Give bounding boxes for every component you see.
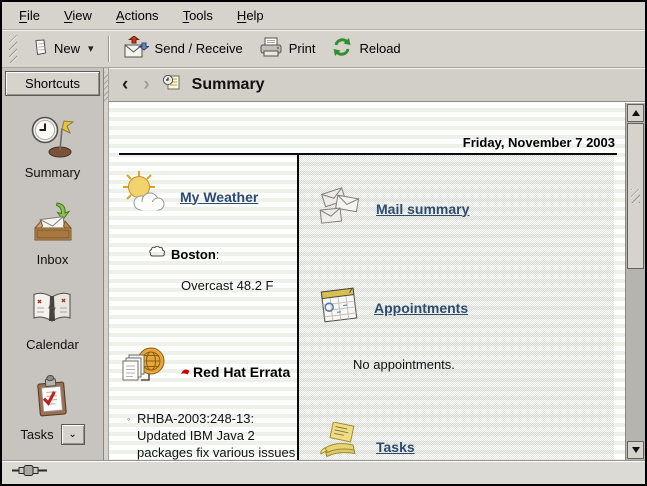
print-button[interactable]: Print xyxy=(251,32,324,65)
toolbar-separator xyxy=(108,36,109,62)
envelopes-icon xyxy=(315,183,365,234)
folder-title-bar: ‹ › Summary xyxy=(109,68,645,102)
vertical-scrollbar[interactable] xyxy=(625,103,645,460)
back-button[interactable]: ‹ xyxy=(119,75,131,94)
menu-bar: File View Actions Tools Help xyxy=(2,2,645,30)
forward-button[interactable]: › xyxy=(140,75,152,94)
errata-papers-globe-icon xyxy=(119,345,169,398)
page-title: Summary xyxy=(192,76,265,94)
appointments-empty-text: No appointments. xyxy=(353,357,614,372)
sidebar-item-tasks[interactable]: Tasks ⌄ xyxy=(20,373,84,445)
appointments-link[interactable]: Appointments xyxy=(374,300,468,316)
scrollbar-thumb[interactable] xyxy=(627,123,644,269)
mail-summary-link[interactable]: Mail summary xyxy=(376,201,469,217)
scroll-down-button[interactable] xyxy=(627,441,644,459)
shortcuts-group-button[interactable]: Shortcuts xyxy=(5,71,100,96)
summary-right-column: Mail summary xyxy=(299,155,614,460)
mail-summary-section: Mail summary xyxy=(315,183,614,234)
menu-help[interactable]: Help xyxy=(228,4,273,27)
errata-section: Red Hat Errata RHBA-2003:248-13: Updated… xyxy=(119,345,291,460)
toolbar: New ▾ Send / Receive xyxy=(2,30,645,68)
reload-icon xyxy=(331,37,353,60)
inbox-tray-envelope-icon xyxy=(30,201,76,252)
scroll-up-button[interactable] xyxy=(627,104,644,122)
sidebar-item-summary[interactable]: Summary xyxy=(25,114,81,180)
tasks-link[interactable]: Tasks xyxy=(376,439,415,455)
evolution-window: File View Actions Tools Help New ▾ xyxy=(0,0,647,486)
errata-list: RHBA-2003:248-13: Updated IBM Java 2 pac… xyxy=(127,410,303,460)
weather-location-row: Boston: xyxy=(149,246,291,262)
appointments-calendar-icon xyxy=(315,282,363,333)
errata-title: Red Hat Errata xyxy=(180,364,290,380)
red-hat-icon xyxy=(180,364,191,380)
summary-clock-flag-icon xyxy=(30,114,76,165)
errata-item[interactable]: RHBA-2003:248-13: Updated IBM Java 2 pac… xyxy=(127,410,303,460)
summary-folder-icon xyxy=(162,73,181,96)
summary-date: Friday, November 7 2003 xyxy=(109,103,625,153)
sun-cloud-weather-icon xyxy=(119,169,169,224)
new-note-icon xyxy=(32,39,48,59)
send-receive-button[interactable]: Send / Receive xyxy=(115,31,251,66)
weather-section: My Weather xyxy=(119,169,291,224)
calendar-open-book-icon xyxy=(29,288,75,337)
shortcut-bar: Shortcuts xyxy=(2,68,104,460)
summary-left-column: My Weather Boston: xyxy=(109,155,299,460)
status-bar xyxy=(2,460,645,484)
new-button[interactable]: New ▾ xyxy=(24,34,102,64)
shortcut-group-dropdown-button[interactable]: ⌄ xyxy=(61,424,85,445)
weather-condition: Overcast 48.2 F xyxy=(181,278,291,293)
small-cloud-icon xyxy=(149,246,166,262)
printer-icon xyxy=(259,37,283,60)
summary-view: Friday, November 7 2003 xyxy=(109,103,625,460)
menu-actions[interactable]: Actions xyxy=(107,4,168,27)
menu-file[interactable]: File xyxy=(10,4,49,27)
send-receive-icon xyxy=(123,36,149,61)
online-connector-icon xyxy=(11,464,49,482)
tasks-section: Tasks xyxy=(315,422,614,460)
sidebar-item-inbox[interactable]: Inbox xyxy=(30,201,76,267)
appointments-section: Appointments xyxy=(315,282,614,333)
reload-button[interactable]: Reload xyxy=(323,32,408,65)
menu-view[interactable]: View xyxy=(55,4,101,27)
menu-tools[interactable]: Tools xyxy=(174,4,222,27)
my-weather-link[interactable]: My Weather xyxy=(180,189,258,205)
new-dropdown-chevron-icon[interactable]: ▾ xyxy=(88,42,94,55)
tasks-clipboard-icon xyxy=(29,373,75,424)
sticky-notes-icon xyxy=(315,422,365,460)
sidebar-item-calendar[interactable]: Calendar xyxy=(26,288,79,352)
toolbar-drag-handle[interactable] xyxy=(9,35,17,63)
